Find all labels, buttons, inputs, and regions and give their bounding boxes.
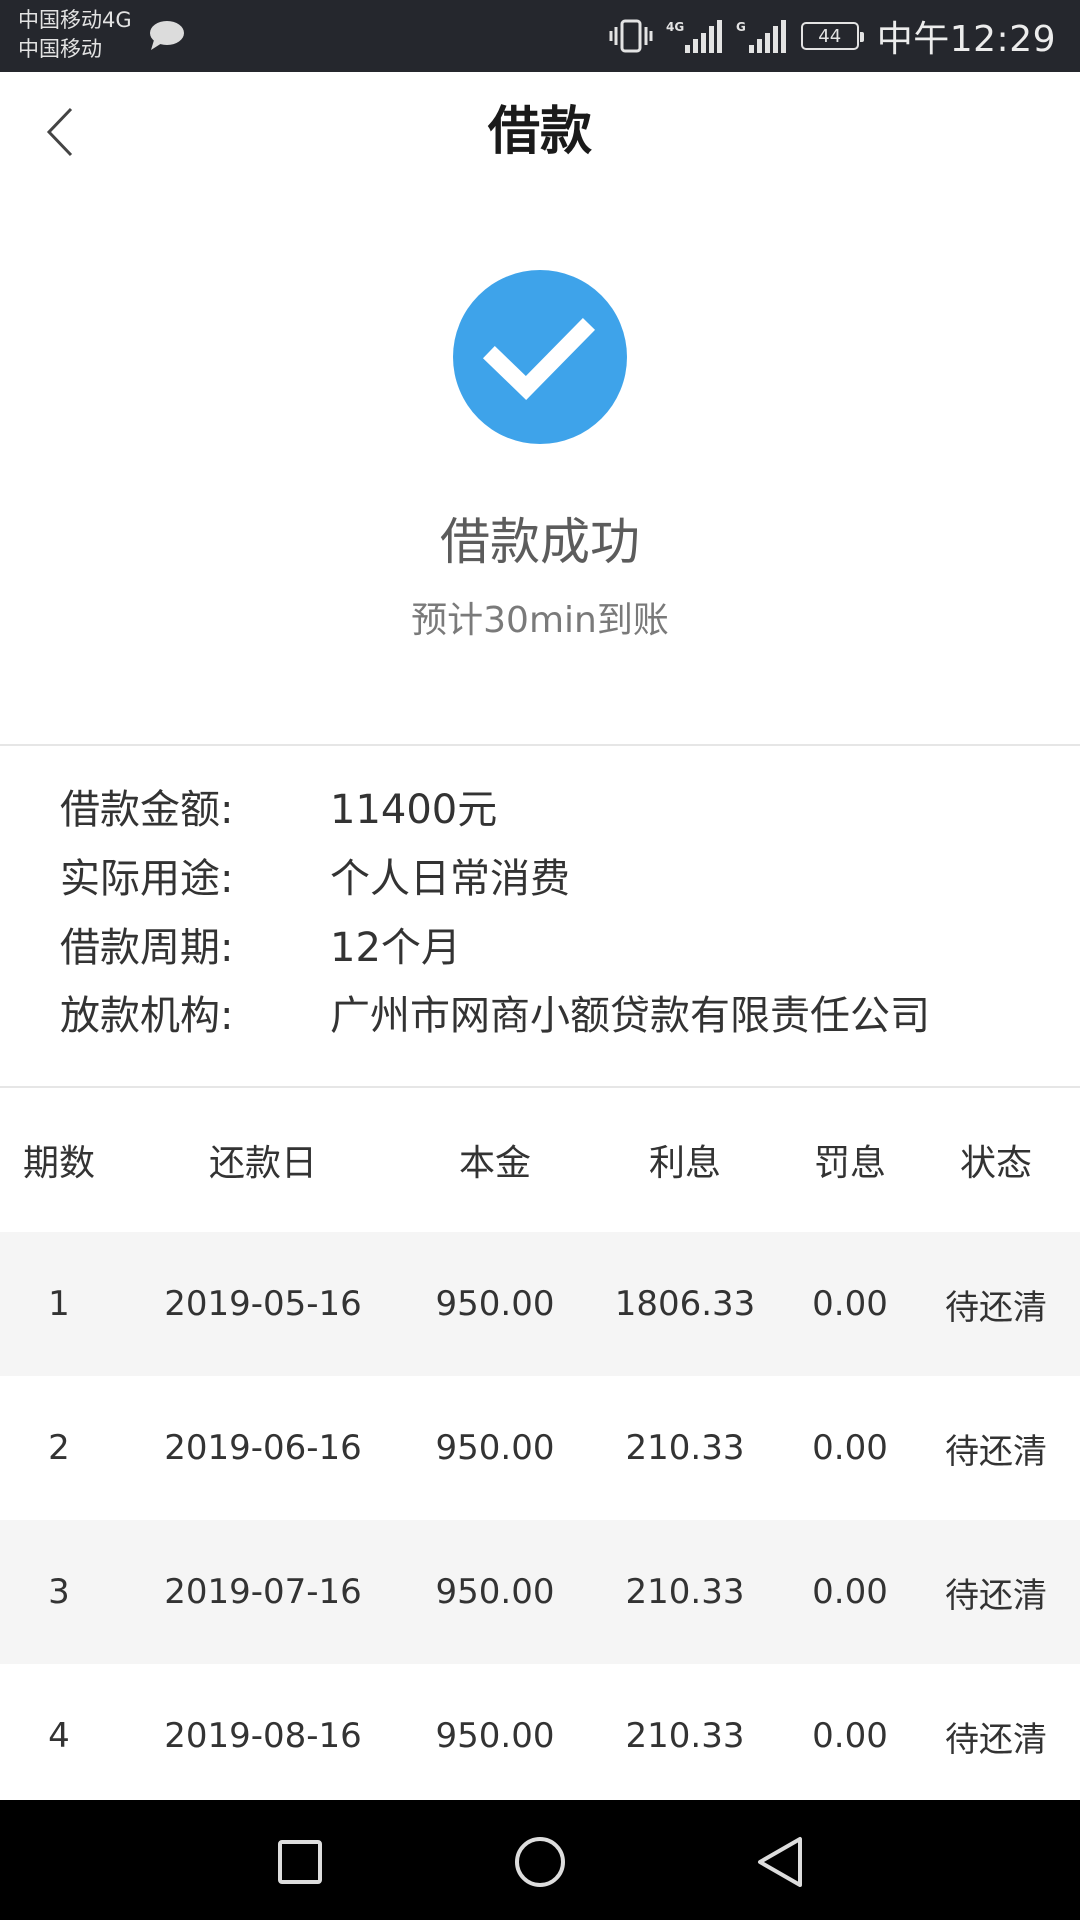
back-nav-button[interactable] <box>748 1830 812 1894</box>
table-header: 期数 还款日 本金 利息 罚息 状态 <box>0 1088 1080 1232</box>
info-row-lender: 放款机构: 广州市网商小额贷款有限责任公司 <box>0 986 1080 1046</box>
success-title: 借款成功 <box>440 513 640 571</box>
cell-interest: 1806.33 <box>614 1284 756 1324</box>
cell-principal: 950.00 <box>435 1284 555 1324</box>
home-icon <box>515 1837 565 1887</box>
system-nav-bar <box>0 1800 1080 1920</box>
cell-due-date: 2019-05-16 <box>164 1284 362 1324</box>
signal-4g-icon: 4G <box>666 20 722 53</box>
chat-bubble-icon <box>150 21 184 50</box>
header-due-date: 还款日 <box>208 1143 317 1184</box>
info-value: 11400元 <box>330 787 498 833</box>
recent-apps-icon <box>278 1840 322 1884</box>
cell-interest: 210.33 <box>625 1716 745 1756</box>
success-subtitle: 预计30min到账 <box>411 600 669 641</box>
cell-penalty: 0.00 <box>812 1428 888 1468</box>
info-value: 广州市网商小额贷款有限责任公司 <box>330 993 930 1039</box>
check-circle-icon <box>453 270 627 444</box>
cell-status: 待还清 <box>945 1719 1047 1760</box>
table-row[interactable]: 4 2019-08-16 950.00 210.33 0.00 待还清 <box>0 1664 1080 1800</box>
cell-status: 待还清 <box>945 1287 1047 1328</box>
cell-due-date: 2019-08-16 <box>164 1716 362 1756</box>
status-icons: 4G G 44 中午12:29 <box>609 0 1056 72</box>
success-section: 借款成功 预计30min到账 <box>0 192 1080 744</box>
page-title: 借款 <box>487 102 592 162</box>
recent-apps-button[interactable] <box>268 1830 332 1894</box>
cell-penalty: 0.00 <box>812 1716 888 1756</box>
repayment-schedule-table: 期数 还款日 本金 利息 罚息 状态 1 2019-05-16 950.00 1… <box>0 1088 1080 1800</box>
cell-principal: 950.00 <box>435 1716 555 1756</box>
svg-text:G: G <box>736 20 746 34</box>
cell-principal: 950.00 <box>435 1572 555 1612</box>
cell-period: 1 <box>48 1284 70 1324</box>
status-time: 中午12:29 <box>876 19 1056 60</box>
carrier-primary: 中国移动4G <box>18 8 132 32</box>
header-period: 期数 <box>22 1143 95 1184</box>
phone-screen: 中国移动4G 中国移动 4G G 44 中午12:29 借款 借款成功 预计30… <box>0 0 1080 1920</box>
signal-g-icon: G <box>736 20 786 53</box>
header-penalty: 罚息 <box>813 1143 886 1184</box>
svg-text:4G: 4G <box>666 20 684 34</box>
info-row-purpose: 实际用途: 个人日常消费 <box>0 849 1080 909</box>
info-value: 12个月 <box>330 925 461 971</box>
loan-info: 借款金额: 11400元 实际用途: 个人日常消费 借款周期: 12个月 放款机… <box>0 746 1080 1086</box>
info-label: 实际用途: <box>60 856 234 902</box>
table-row[interactable]: 2 2019-06-16 950.00 210.33 0.00 待还清 <box>0 1376 1080 1520</box>
header-interest: 利息 <box>648 1143 721 1184</box>
battery-icon: 44 <box>800 22 864 50</box>
cell-period: 3 <box>48 1572 70 1612</box>
info-value: 个人日常消费 <box>330 856 570 902</box>
status-bar: 中国移动4G 中国移动 4G G 44 中午12:29 <box>0 0 1080 72</box>
home-button[interactable] <box>508 1830 572 1894</box>
table-row[interactable]: 1 2019-05-16 950.00 1806.33 0.00 待还清 <box>0 1232 1080 1376</box>
cell-due-date: 2019-07-16 <box>164 1572 362 1612</box>
cell-period: 2 <box>48 1428 70 1468</box>
battery-level: 44 <box>818 25 842 47</box>
cell-interest: 210.33 <box>625 1572 745 1612</box>
cell-due-date: 2019-06-16 <box>164 1428 362 1468</box>
vibrate-icon <box>609 19 653 53</box>
info-label: 借款金额: <box>60 787 234 833</box>
info-row-period: 借款周期: 12个月 <box>0 918 1080 978</box>
info-row-amount: 借款金额: 11400元 <box>0 780 1080 840</box>
cell-status: 待还清 <box>945 1431 1047 1472</box>
back-triangle-icon <box>758 1837 802 1887</box>
cell-penalty: 0.00 <box>812 1572 888 1612</box>
info-label: 放款机构: <box>60 993 234 1039</box>
cell-period: 4 <box>48 1716 70 1756</box>
carrier-block: 中国移动4G 中国移动 <box>18 6 132 64</box>
cell-principal: 950.00 <box>435 1428 555 1468</box>
cell-interest: 210.33 <box>625 1428 745 1468</box>
app-header: 借款 <box>0 72 1080 192</box>
info-label: 借款周期: <box>60 925 234 971</box>
header-principal: 本金 <box>458 1143 531 1184</box>
carrier-secondary: 中国移动 <box>18 37 102 61</box>
header-status: 状态 <box>959 1143 1032 1184</box>
cell-status: 待还清 <box>945 1575 1047 1616</box>
table-row[interactable]: 3 2019-07-16 950.00 210.33 0.00 待还清 <box>0 1520 1080 1664</box>
cell-penalty: 0.00 <box>812 1284 888 1324</box>
